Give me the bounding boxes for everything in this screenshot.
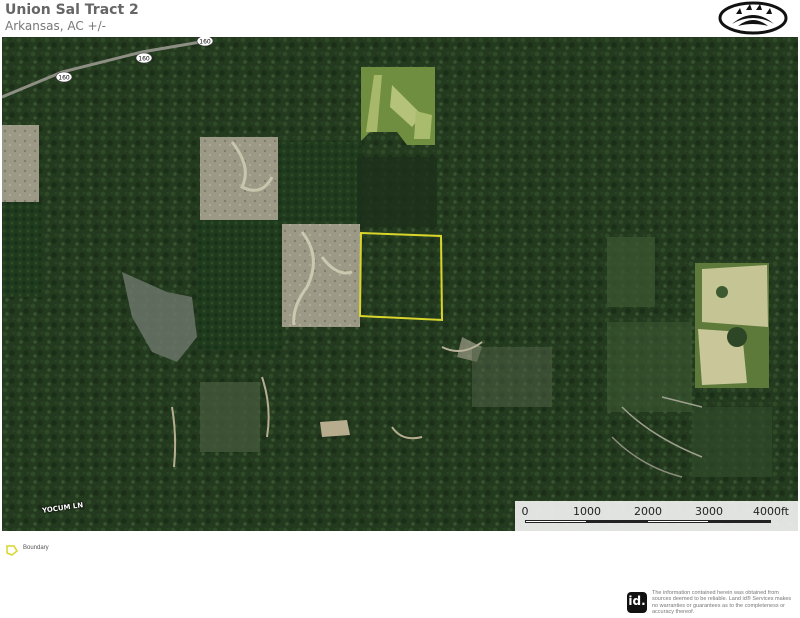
- boundary-legend-label: Boundary: [23, 545, 49, 551]
- scale-label: 1000: [573, 505, 601, 518]
- map-subtitle: Arkansas, AC +/-: [5, 19, 106, 33]
- scale-segment: [647, 520, 709, 523]
- scale-segment: [708, 520, 771, 523]
- scale-segment: [586, 520, 648, 523]
- pine-stand: [357, 157, 437, 227]
- disclaimer-text: The information contained herein was obt…: [652, 590, 792, 616]
- highway-shield-label: 160: [58, 75, 70, 82]
- scale-label: 3000: [695, 505, 723, 518]
- boundary-legend-icon: [6, 543, 18, 556]
- scale-bar: 0 1000 2000 3000 4000ft: [515, 501, 798, 531]
- scale-label: 2000: [634, 505, 662, 518]
- land-id-logo: id.: [627, 592, 647, 613]
- clearcut-field: [2, 125, 39, 202]
- scale-label: 4000ft: [753, 505, 789, 518]
- paw-logo: [718, 0, 788, 36]
- highway-shield: 160: [196, 37, 214, 47]
- pine-stand: [277, 142, 362, 222]
- pine-stand: [197, 220, 282, 350]
- highway-shield-label: 160: [138, 56, 150, 63]
- highway-shield-label: 160: [199, 39, 211, 46]
- land-id-logo-text: id.: [628, 594, 646, 608]
- highway-shield: 160: [55, 71, 73, 83]
- pine-stand: [2, 202, 42, 297]
- map-title: Union Sal Tract 2: [5, 2, 139, 18]
- aerial-map[interactable]: 160 160 160: [2, 37, 798, 531]
- scale-label: 0: [521, 505, 529, 518]
- scale-segment: [525, 520, 587, 523]
- highway-shield: 160: [135, 52, 153, 64]
